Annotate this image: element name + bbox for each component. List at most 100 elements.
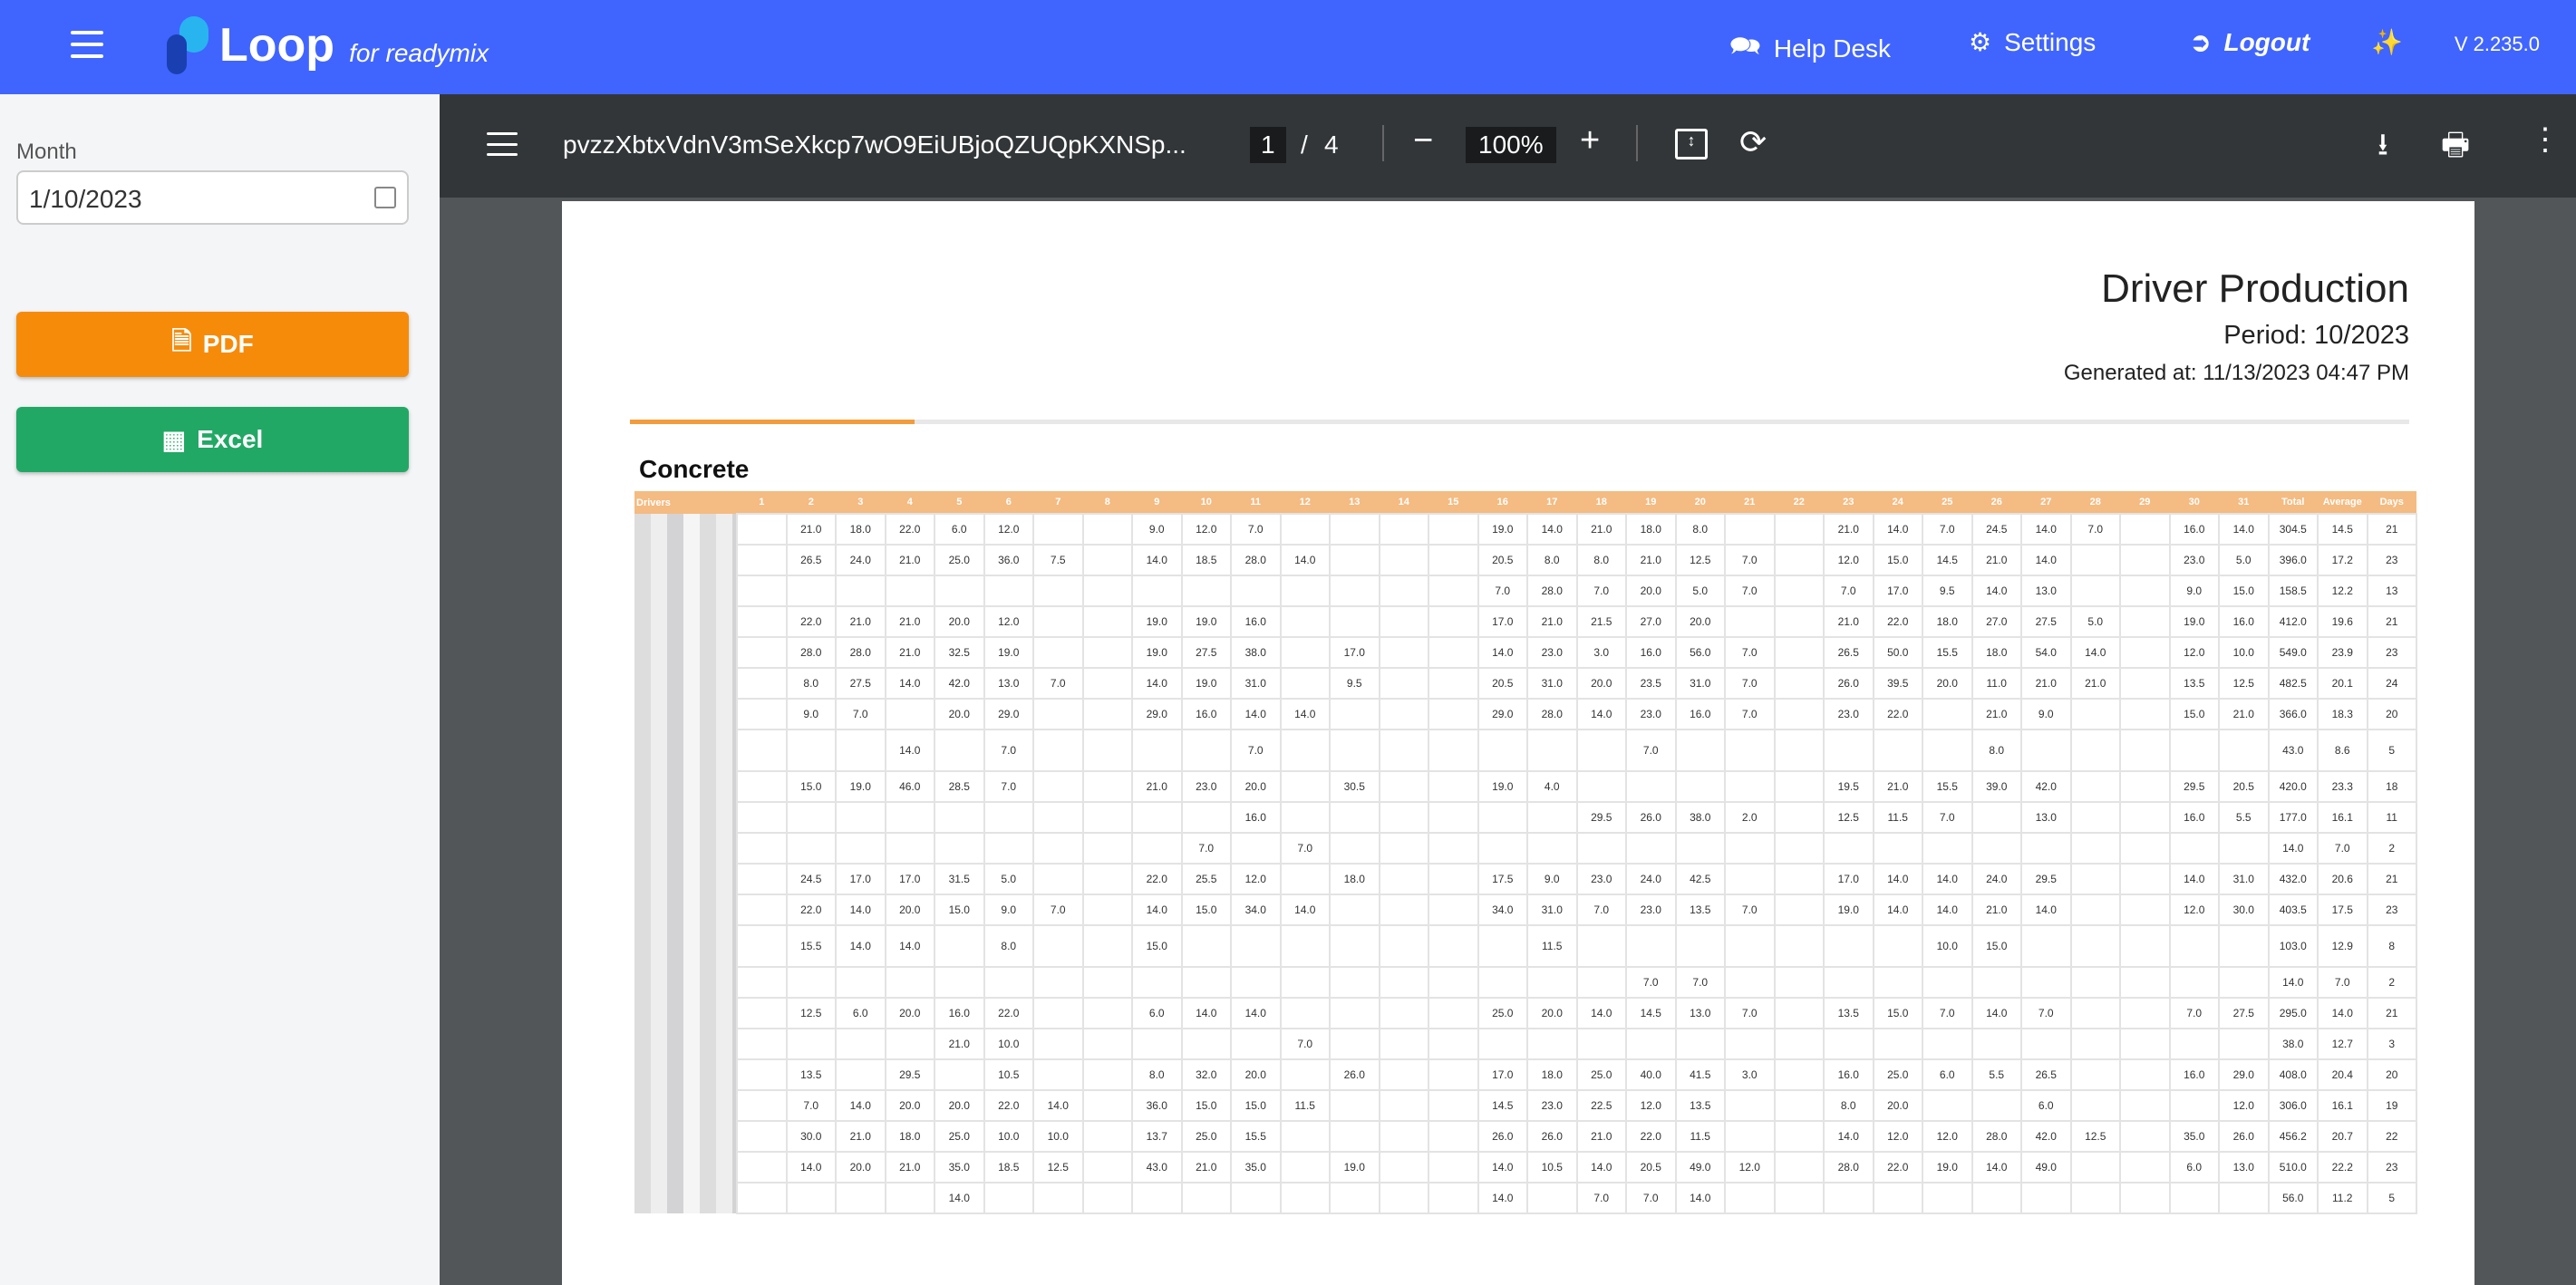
- avg-cell: 20.1: [2318, 668, 2368, 699]
- day-cell: 20.5: [1478, 545, 1528, 575]
- fit-page-icon[interactable]: ↕: [1675, 129, 1708, 159]
- logout-link[interactable]: ➲Logout: [2190, 27, 2310, 57]
- day-cell: [1083, 1090, 1133, 1121]
- day-cell: 12.5: [2071, 1121, 2121, 1152]
- calendar-icon[interactable]: [374, 187, 396, 208]
- theme-toggle-icon[interactable]: ✨: [2371, 27, 2403, 57]
- day-cell: 26.5: [2021, 1059, 2071, 1090]
- day-cell: 6.0: [836, 998, 886, 1029]
- zoom-input[interactable]: 100%: [1466, 127, 1556, 163]
- day-cell: [1428, 894, 1478, 925]
- page-number-input[interactable]: 1: [1250, 127, 1286, 163]
- day-cell: [2120, 545, 2170, 575]
- day-cell: [737, 606, 787, 637]
- day-cell: 12.5: [1824, 802, 1874, 833]
- section-title: Concrete: [639, 455, 749, 484]
- rotate-icon[interactable]: ⟳: [1739, 123, 1767, 161]
- day-cell: [1380, 1059, 1429, 1090]
- logo[interactable]: Loop for readymix: [167, 16, 489, 74]
- day-cell: 14.0: [935, 1183, 984, 1213]
- day-cell: 25.0: [935, 545, 984, 575]
- column-header: 14: [1380, 491, 1429, 514]
- day-cell: 24.5: [787, 864, 837, 894]
- day-cell: 31.0: [1527, 668, 1577, 699]
- day-cell: [1380, 1152, 1429, 1183]
- excel-label: Excel: [197, 425, 263, 454]
- day-cell: 25.0: [1478, 998, 1528, 1029]
- report-period: Period: 10/2023: [2223, 321, 2409, 351]
- days-cell: 23: [2368, 637, 2417, 668]
- zoom-in-icon[interactable]: +: [1580, 121, 1600, 160]
- day-cell: 31.0: [1231, 668, 1281, 699]
- day-cell: 10.0: [984, 1029, 1034, 1059]
- help-desk-label: Help Desk: [1774, 34, 1891, 63]
- day-cell: 21.0: [1972, 894, 2022, 925]
- help-desk-link[interactable]: 🗪Help Desk: [1729, 27, 1891, 71]
- day-cell: [737, 802, 787, 833]
- pdf-menu-icon[interactable]: [487, 132, 518, 156]
- day-cell: [737, 1090, 787, 1121]
- print-icon[interactable]: 🖶: [2441, 123, 2470, 175]
- day-cell: 23.0: [1824, 699, 1874, 729]
- day-cell: 14.0: [2219, 514, 2269, 545]
- month-date-input[interactable]: 1/10/2023: [16, 170, 409, 225]
- column-header: 20: [1676, 491, 1726, 514]
- day-cell: [1527, 967, 1577, 998]
- table-row: 16.029.526.038.02.012.511.57.013.016.05.…: [634, 802, 2416, 833]
- day-cell: 26.5: [787, 545, 837, 575]
- day-cell: [1380, 864, 1429, 894]
- excel-button[interactable]: ▦Excel: [16, 407, 409, 472]
- day-cell: [1775, 1121, 1825, 1152]
- day-cell: 20.0: [935, 606, 984, 637]
- day-cell: [1577, 729, 1627, 771]
- day-cell: 12.5: [787, 998, 837, 1029]
- day-cell: 21.0: [1972, 545, 2022, 575]
- day-cell: 22.0: [1626, 1121, 1676, 1152]
- day-cell: 22.5: [1577, 1090, 1627, 1121]
- settings-label: Settings: [2004, 28, 2096, 57]
- day-cell: 13.5: [1824, 998, 1874, 1029]
- day-cell: 20.0: [1231, 771, 1281, 802]
- day-cell: 21.0: [1527, 606, 1577, 637]
- day-cell: 7.0: [1725, 894, 1775, 925]
- download-icon[interactable]: ⭳: [2377, 123, 2388, 175]
- days-cell: 21: [2368, 514, 2417, 545]
- day-cell: [935, 1059, 984, 1090]
- pdf-button[interactable]: 🗎PDF: [16, 312, 409, 377]
- column-header: 4: [886, 491, 935, 514]
- day-cell: [1725, 833, 1775, 864]
- day-cell: [1577, 1029, 1627, 1059]
- avg-cell: 22.2: [2318, 1152, 2368, 1183]
- day-cell: 18.0: [1922, 606, 1972, 637]
- driver-name-redacted: [634, 771, 737, 802]
- driver-name-redacted: [634, 699, 737, 729]
- day-cell: [1132, 802, 1182, 833]
- day-cell: [737, 998, 787, 1029]
- day-cell: 20.5: [1478, 668, 1528, 699]
- day-cell: 19.0: [1922, 1152, 1972, 1183]
- day-cell: [2071, 864, 2121, 894]
- day-cell: [984, 802, 1034, 833]
- day-cell: [1380, 833, 1429, 864]
- day-cell: 12.5: [1676, 545, 1726, 575]
- zoom-out-icon[interactable]: −: [1413, 121, 1433, 160]
- more-options-icon[interactable]: ⋮: [2530, 121, 2561, 158]
- day-cell: [1083, 606, 1133, 637]
- day-cell: 28.0: [1527, 575, 1577, 606]
- day-cell: 14.0: [1922, 864, 1972, 894]
- day-cell: 14.0: [836, 1090, 886, 1121]
- day-cell: 8.0: [1824, 1090, 1874, 1121]
- day-cell: 21.0: [886, 637, 935, 668]
- day-cell: [737, 699, 787, 729]
- menu-icon[interactable]: [71, 31, 103, 58]
- day-cell: [1132, 1183, 1182, 1213]
- day-cell: 7.0: [1478, 575, 1528, 606]
- day-cell: [1380, 637, 1429, 668]
- day-cell: 29.5: [2170, 771, 2220, 802]
- day-cell: [2120, 668, 2170, 699]
- day-cell: [1428, 545, 1478, 575]
- day-cell: [1922, 967, 1972, 998]
- settings-link[interactable]: ⚙Settings: [1969, 27, 2096, 57]
- day-cell: [1231, 925, 1281, 967]
- days-cell: 21: [2368, 864, 2417, 894]
